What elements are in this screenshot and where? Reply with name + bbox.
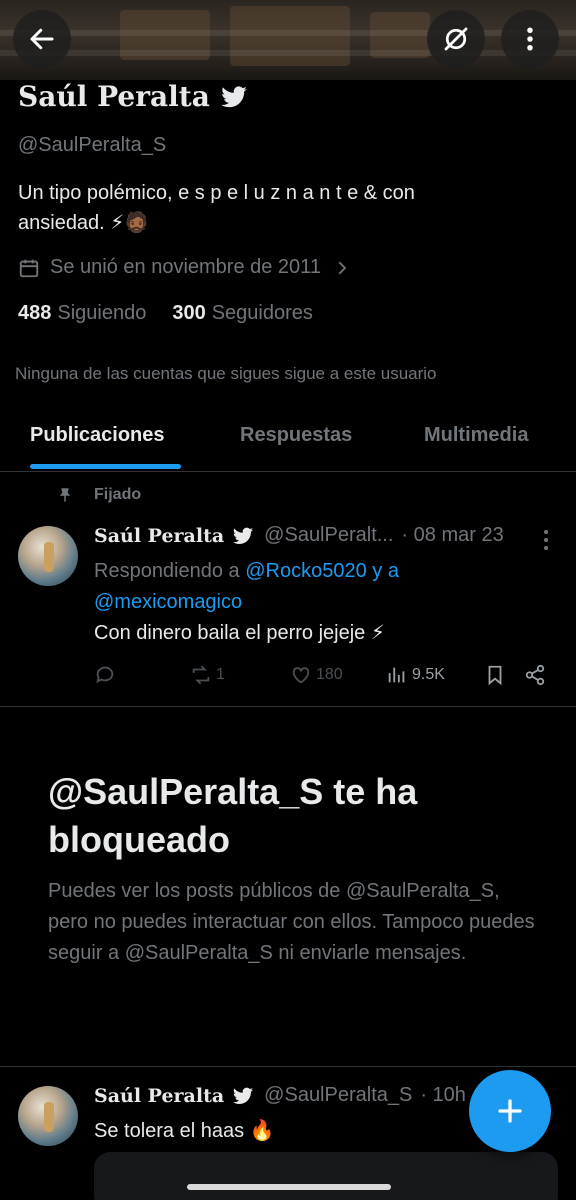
- tab-multimedia[interactable]: Multimedia: [424, 424, 528, 447]
- home-indicator[interactable]: [187, 1184, 391, 1190]
- twitter-bird-icon: [233, 1087, 254, 1104]
- bio-line-1: Un tipo polémico, e s p e l u z n a n t …: [18, 182, 415, 204]
- views-count: 9.5K: [412, 666, 445, 683]
- tweet-header: Saúl Peralta @SaulPeralta_S · 10h: [94, 1084, 466, 1107]
- following-label: Siguiendo: [57, 302, 147, 324]
- divider: [0, 706, 576, 707]
- blocked-description: Puedes ver los posts públicos de @SaulPe…: [48, 880, 535, 964]
- plus-icon: [498, 1099, 522, 1123]
- followers-link[interactable]: 300 Seguidores: [172, 302, 313, 325]
- follow-stats: 488 Siguiendo 300 Seguidores: [18, 302, 313, 325]
- twitter-bird-icon: [233, 527, 254, 544]
- retweet-button[interactable]: 1: [190, 664, 225, 686]
- profile-banner[interactable]: [0, 0, 576, 80]
- bookmark-button[interactable]: [484, 664, 506, 686]
- views-icon: [388, 667, 405, 683]
- following-link[interactable]: 488 Siguiendo: [18, 302, 146, 325]
- tweet-actions: 1 180 9.5K: [94, 660, 554, 690]
- following-count: 488: [18, 302, 52, 324]
- retweet-count: 1: [216, 666, 225, 683]
- bookmark-icon: [488, 665, 502, 686]
- profile-name-row: Saúl Peralta: [18, 80, 248, 113]
- mutual-followers-text: Ninguna de las cuentas que sigues sigue …: [15, 364, 437, 383]
- profile-bio: Un tipo polémico, e s p e l u z n a n t …: [18, 178, 538, 238]
- reply-button[interactable]: [94, 664, 116, 686]
- retweet-icon: [192, 665, 210, 685]
- joined-date[interactable]: Se unió en noviembre de 2011: [18, 256, 361, 279]
- like-button[interactable]: 180: [290, 664, 343, 686]
- back-arrow-icon: [30, 28, 54, 50]
- share-button[interactable]: [524, 664, 546, 686]
- pinned-tweet-text: Con dinero baila el perro jejeje ⚡: [94, 622, 385, 644]
- joined-text: Se unió en noviembre de 2011: [50, 256, 321, 278]
- back-button[interactable]: [13, 10, 71, 68]
- active-tab-indicator: [30, 464, 181, 469]
- reply-user-2[interactable]: @mexicomagico: [94, 591, 242, 613]
- tweet-time: · 10h: [420, 1084, 466, 1106]
- tweet-text: Se tolera el haas 🔥: [94, 1120, 275, 1142]
- like-count: 180: [316, 666, 343, 683]
- calendar-icon: [19, 259, 39, 277]
- avatar[interactable]: [18, 526, 78, 586]
- compose-button[interactable]: [469, 1070, 551, 1152]
- tweet-author-handle[interactable]: @SaulPeralt...: [264, 524, 393, 547]
- tweet-author-name[interactable]: Saúl Peralta: [94, 525, 224, 547]
- reply-user-1[interactable]: @Rocko5020: [245, 560, 366, 582]
- replying-to: Respondiendo a @Rocko5020 y a @mexicomag…: [94, 556, 534, 618]
- tweet-date: · 08 mar 23: [401, 524, 504, 546]
- profile-handle: @SaulPeralta_S: [18, 134, 167, 156]
- tweet-media[interactable]: [94, 1152, 558, 1200]
- chevron-right-icon: [338, 261, 347, 274]
- reply-and: y a: [372, 560, 399, 582]
- reply-icon: [96, 666, 114, 684]
- tweet-more-icon[interactable]: [536, 528, 556, 552]
- pinned-text: Fijado: [94, 486, 142, 503]
- blocked-title: @SaulPeralta_S te ha bloqueado: [48, 771, 418, 860]
- more-options-button[interactable]: [501, 10, 559, 68]
- grok-icon: [444, 27, 468, 51]
- like-icon: [292, 667, 310, 684]
- tab-respuestas[interactable]: Respuestas: [240, 424, 352, 447]
- twitter-bird-icon: [221, 85, 247, 107]
- profile-name: Saúl Peralta: [18, 80, 210, 113]
- avatar[interactable]: [18, 1086, 78, 1146]
- tab-publicaciones[interactable]: Publicaciones: [30, 424, 165, 447]
- more-vertical-icon: [527, 27, 533, 51]
- pinned-label: Fijado: [56, 486, 141, 504]
- pin-icon: [59, 488, 71, 502]
- pinned-tweet-header: Saúl Peralta @SaulPeralt... · 08 mar 23: [94, 524, 504, 547]
- tweet-author-handle[interactable]: @SaulPeralta_S: [264, 1084, 412, 1107]
- grok-button[interactable]: [427, 10, 485, 68]
- followers-count: 300: [172, 302, 206, 324]
- profile-tabs: Publicaciones Respuestas Multimedia: [0, 400, 576, 472]
- views-button[interactable]: 9.5K: [386, 664, 445, 686]
- tweet-author-name[interactable]: Saúl Peralta: [94, 1085, 224, 1107]
- share-icon: [525, 664, 545, 686]
- bio-line-2: ansiedad. ⚡🧔🏾: [18, 212, 150, 234]
- followers-label: Seguidores: [211, 302, 313, 324]
- divider: [0, 1066, 576, 1067]
- reply-prefix: Respondiendo a: [94, 560, 240, 582]
